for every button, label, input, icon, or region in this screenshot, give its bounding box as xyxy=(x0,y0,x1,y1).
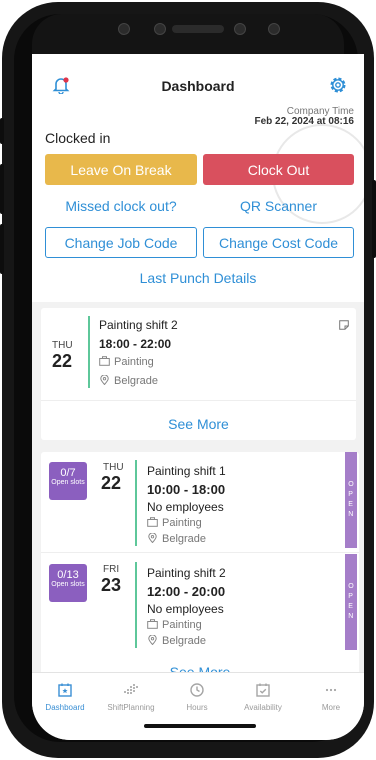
dashboard-icon xyxy=(58,683,72,697)
last-punch-details-link[interactable]: Last Punch Details xyxy=(32,270,364,286)
open-slots-count: 0/7 xyxy=(60,467,76,479)
power-button xyxy=(372,180,376,258)
dashboard-header: Dashboard Company Time Feb 22, 2024 at 0… xyxy=(32,54,364,302)
clock-out-button[interactable]: Clock Out xyxy=(203,154,354,185)
open-slots-count: 0/13 xyxy=(57,569,79,581)
briefcase-icon xyxy=(147,517,158,527)
page-title: Dashboard xyxy=(161,78,235,94)
shift-accent-bar xyxy=(88,316,90,388)
leave-on-break-button[interactable]: Leave On Break xyxy=(45,154,197,185)
divider xyxy=(41,400,356,401)
location-pin-icon xyxy=(148,635,157,645)
open-shift-position: Painting xyxy=(162,619,202,631)
open-shift-name: Painting shift 1 xyxy=(147,464,226,478)
open-shift-accent-bar xyxy=(135,562,137,648)
open-shift-date: 22 xyxy=(101,473,122,493)
location-pin-icon xyxy=(100,375,109,385)
tab-label: More xyxy=(321,703,341,712)
sensor-dot xyxy=(154,23,166,35)
bottom-tab-bar: Dashboard ShiftPlanning Hours Availabili… xyxy=(32,672,364,740)
open-shift-location-row: Belgrade xyxy=(147,533,206,545)
location-pin-icon xyxy=(148,533,157,543)
clock-status: Clocked in xyxy=(45,130,111,146)
tab-label: ShiftPlanning xyxy=(107,703,155,712)
missed-clock-out-link[interactable]: Missed clock out? xyxy=(45,198,197,214)
shift-date: 22 xyxy=(52,351,73,371)
open-shift-day: THU xyxy=(103,462,124,473)
shift-day: THU xyxy=(52,340,73,351)
open-shift-employees: No employees xyxy=(147,500,224,514)
tab-label: Dashboard xyxy=(45,703,85,712)
briefcase-icon xyxy=(99,356,110,366)
open-shift-location: Belgrade xyxy=(162,533,207,545)
open-shift-day: FRI xyxy=(103,564,120,575)
clock-icon xyxy=(190,683,204,697)
speaker xyxy=(172,25,224,33)
open-slots-badge: 0/7 Open slots xyxy=(49,462,87,500)
open-slots-label: Open slots xyxy=(51,479,85,486)
briefcase-icon xyxy=(147,619,158,629)
change-cost-code-button[interactable]: Change Cost Code xyxy=(203,227,354,258)
tab-availability[interactable]: Availability xyxy=(230,683,296,712)
open-status-tag[interactable]: OPEN xyxy=(345,452,357,548)
open-tag-letters: OPEN xyxy=(348,583,354,620)
shift-planning-icon xyxy=(124,684,138,694)
camera-dot xyxy=(118,23,130,35)
open-shift-accent-bar xyxy=(135,460,137,546)
divider xyxy=(41,552,359,553)
note-icon[interactable] xyxy=(339,320,349,330)
shift-position: Painting xyxy=(114,356,154,368)
open-slots-badge: 0/13 Open slots xyxy=(49,564,87,602)
tab-dashboard[interactable]: Dashboard xyxy=(32,683,98,712)
shift-position-row: Painting xyxy=(99,356,154,368)
shift-name: Painting shift 2 xyxy=(99,318,178,332)
tab-more[interactable]: More xyxy=(298,683,364,712)
mute-switch xyxy=(0,118,4,144)
open-tag-letters: OPEN xyxy=(348,481,354,518)
change-job-code-button[interactable]: Change Job Code xyxy=(45,227,197,258)
notch-area xyxy=(32,14,344,54)
tab-label: Availability xyxy=(244,703,282,712)
tab-shiftplanning[interactable]: ShiftPlanning xyxy=(98,683,164,712)
calendar-check-icon xyxy=(256,683,270,697)
more-icon xyxy=(325,688,337,692)
shift-location-row: Belgrade xyxy=(99,375,158,387)
open-shift-name: Painting shift 2 xyxy=(147,566,226,580)
sensor-dot xyxy=(234,23,246,35)
open-shift-position-row: Painting xyxy=(147,619,202,631)
shift-time: 18:00 - 22:00 xyxy=(99,337,172,351)
settings-gear-icon[interactable] xyxy=(328,75,348,95)
open-shift-position: Painting xyxy=(162,517,202,529)
open-shift-date: 23 xyxy=(101,575,122,595)
open-status-tag[interactable]: OPEN xyxy=(345,554,357,650)
front-camera xyxy=(268,23,280,35)
qr-scanner-link[interactable]: QR Scanner xyxy=(203,198,354,214)
open-shift-time: 10:00 - 18:00 xyxy=(147,482,226,497)
volume-up-button xyxy=(0,164,4,214)
open-shift-location-row: Belgrade xyxy=(147,635,206,647)
tab-hours[interactable]: Hours xyxy=(164,683,230,712)
shift-location: Belgrade xyxy=(114,375,159,387)
home-indicator[interactable] xyxy=(144,724,256,728)
app-screen: Dashboard Company Time Feb 22, 2024 at 0… xyxy=(32,54,364,740)
volume-down-button xyxy=(0,224,4,274)
open-shift-location: Belgrade xyxy=(162,635,207,647)
company-time-value: Feb 22, 2024 at 08:16 xyxy=(254,116,354,127)
see-more-link[interactable]: See More xyxy=(41,416,356,432)
open-shifts-card: 0/7 Open slots THU 22 Painting shift 1 1… xyxy=(41,452,359,682)
open-slots-label: Open slots xyxy=(51,581,85,588)
tab-label: Hours xyxy=(186,703,208,712)
open-shift-time: 12:00 - 20:00 xyxy=(147,584,226,599)
my-shift-card[interactable]: THU 22 Painting shift 2 18:00 - 22:00 Pa… xyxy=(41,308,356,440)
open-shift-position-row: Painting xyxy=(147,517,202,529)
open-shift-employees: No employees xyxy=(147,602,224,616)
